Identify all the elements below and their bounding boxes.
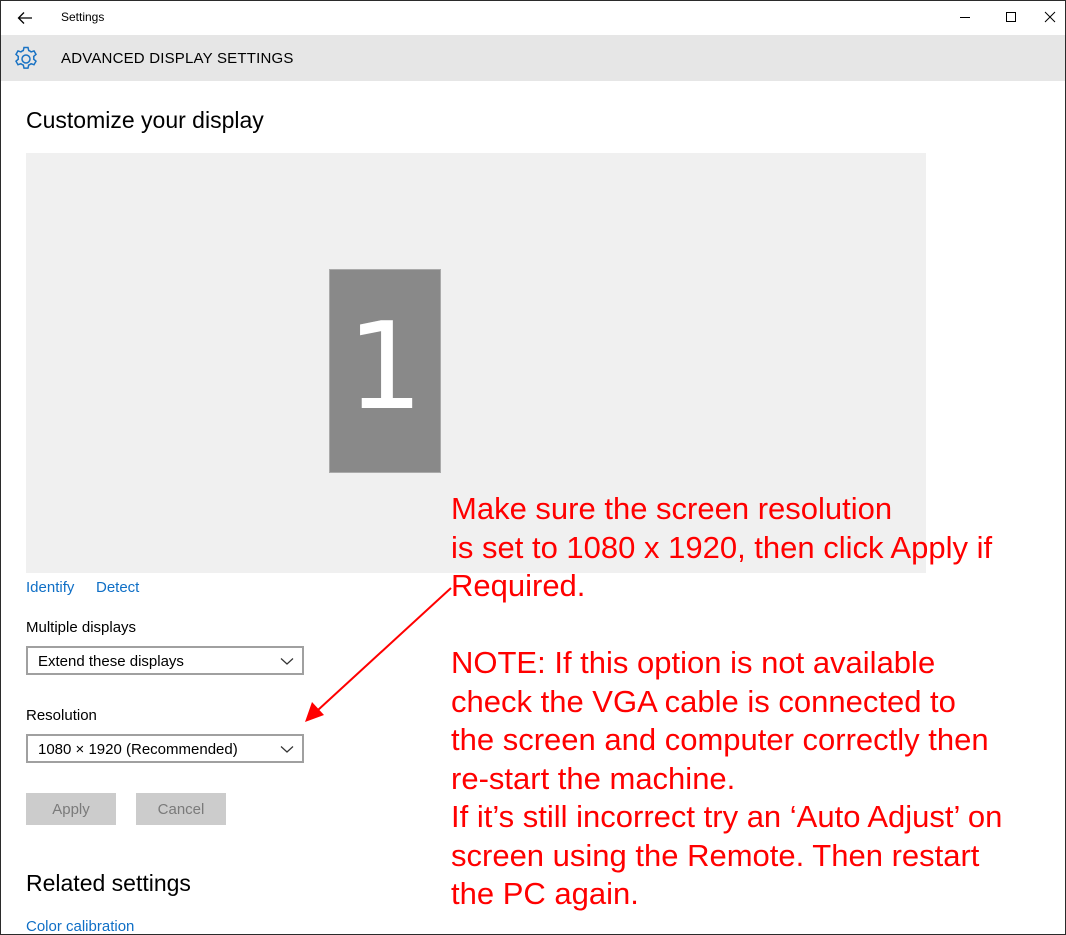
- multiple-displays-label: Multiple displays: [26, 619, 137, 636]
- page-header: ADVANCED DISPLAY SETTINGS: [1, 35, 1065, 81]
- annotation-line: NOTE: If this option is not available: [451, 645, 936, 680]
- detect-link[interactable]: Detect: [96, 579, 139, 596]
- identify-link[interactable]: Identify: [26, 579, 74, 596]
- close-icon: [1044, 11, 1055, 23]
- back-button[interactable]: [9, 5, 41, 31]
- back-arrow-icon: [17, 12, 32, 24]
- multiple-displays-value: Extend these displays: [38, 653, 184, 670]
- monitor-tile[interactable]: 1: [329, 269, 441, 473]
- annotation-line: the screen and computer correctly then: [451, 722, 989, 757]
- gear-icon: [15, 46, 37, 69]
- maximize-button[interactable]: [988, 1, 1034, 33]
- chevron-down-icon: [280, 746, 294, 753]
- cancel-button[interactable]: Cancel: [136, 793, 226, 825]
- color-calibration-link[interactable]: Color calibration: [26, 918, 134, 935]
- minimize-icon: [960, 17, 970, 18]
- annotation-line: re-start the machine.: [451, 760, 736, 796]
- close-button[interactable]: [1034, 1, 1065, 33]
- annotation-line: the PC again.: [451, 876, 639, 911]
- window-title: Settings: [61, 10, 105, 24]
- chevron-down-icon: [280, 658, 294, 665]
- minimize-button[interactable]: [942, 1, 988, 33]
- page-title: ADVANCED DISPLAY SETTINGS: [61, 50, 294, 67]
- resolution-value: 1080 × 1920 (Recommended): [38, 741, 238, 758]
- apply-button[interactable]: Apply: [26, 793, 116, 825]
- monitor-number: 1: [346, 298, 424, 437]
- annotation-line: Required.: [451, 568, 586, 603]
- multiple-displays-dropdown[interactable]: Extend these displays: [26, 646, 304, 675]
- maximize-icon: [1006, 12, 1016, 22]
- annotation-line: is set to 1080 x 1920, then click Apply …: [451, 529, 993, 565]
- annotation-line: check the VGA cable is connected to: [451, 683, 956, 719]
- title-bar: Settings: [1, 1, 1065, 35]
- related-settings-heading: Related settings: [26, 870, 191, 896]
- annotation-line: screen using the Remote. Then restart: [451, 837, 980, 873]
- customize-heading: Customize your display: [26, 107, 264, 133]
- annotation-line: If it’s still incorrect try an ‘Auto Adj…: [451, 799, 1003, 834]
- resolution-dropdown[interactable]: 1080 × 1920 (Recommended): [26, 734, 304, 763]
- resolution-label: Resolution: [26, 707, 97, 724]
- annotation-line: Make sure the screen resolution: [451, 491, 893, 526]
